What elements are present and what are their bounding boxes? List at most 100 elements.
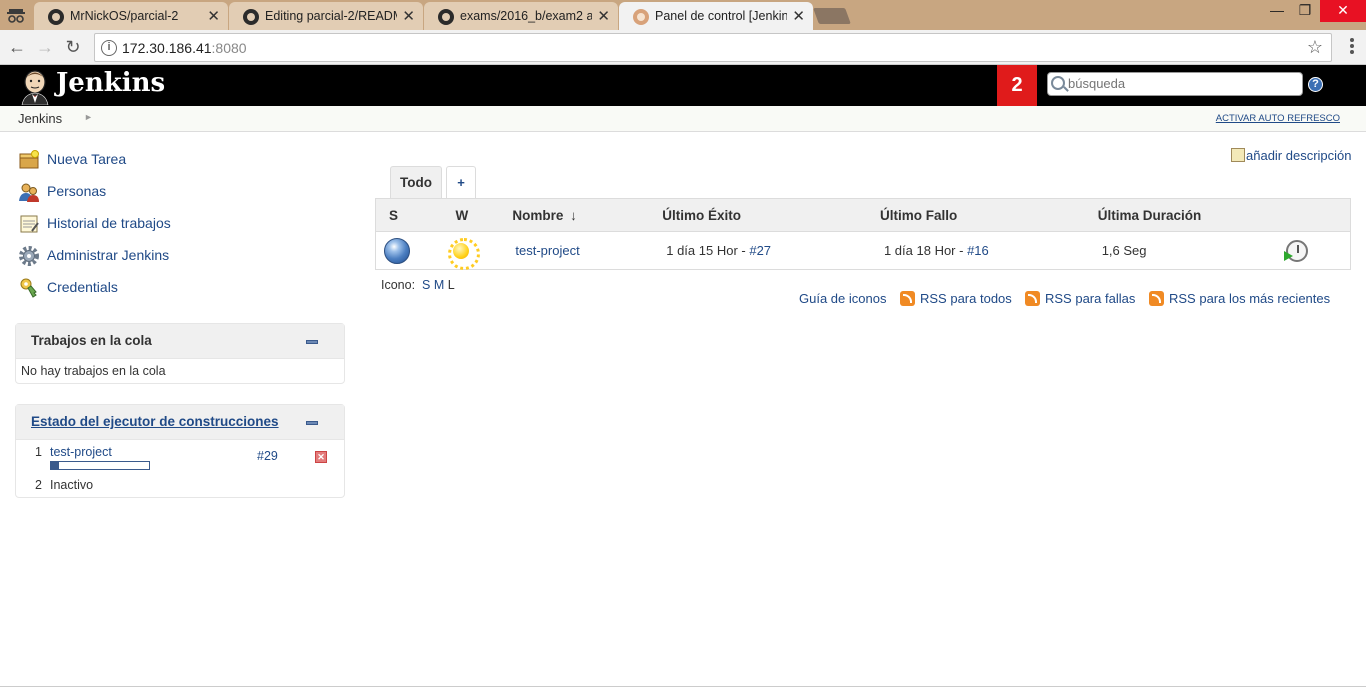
pane-header: Estado del ejecutor de construcciones: [16, 405, 344, 440]
projects-table: S W Nombre ↓ Último Éxito Último Fallo Ú…: [375, 198, 1351, 270]
people-icon: [19, 183, 39, 202]
status-ball-icon[interactable]: [384, 237, 410, 264]
icon-legend-link[interactable]: Guía de iconos: [799, 291, 886, 306]
job-link[interactable]: test-project: [515, 243, 579, 258]
add-description-label[interactable]: añadir descripción: [1246, 148, 1352, 163]
close-tab-icon[interactable]: ✕: [792, 7, 805, 25]
jenkins-butler-logo[interactable]: [18, 69, 52, 105]
pane-title: Trabajos en la cola: [31, 333, 152, 348]
browser-tab[interactable]: exams/2016_b/exam2 at ✕: [424, 2, 618, 30]
tab-label: exams/2016_b/exam2 at: [460, 9, 592, 23]
bookmark-star-icon[interactable]: ☆: [1307, 37, 1323, 58]
help-icon[interactable]: ?: [1308, 77, 1323, 92]
rss-latest-label[interactable]: RSS para los más recientes: [1169, 291, 1330, 306]
breadcrumb-jenkins[interactable]: Jenkins: [18, 111, 62, 126]
executor-job-link[interactable]: test-project: [50, 445, 112, 459]
rss-icon: [900, 291, 915, 306]
jenkins-header: Jenkins 2 ?: [0, 65, 1366, 106]
icon-size-selector: Icono: S M L: [381, 278, 455, 292]
col-actions: [1277, 198, 1351, 232]
rss-latest-link[interactable]: RSS para los más recientes: [1149, 291, 1330, 306]
icon-size-label: Icono:: [381, 278, 416, 292]
col-status[interactable]: S: [375, 198, 436, 232]
last-success-build-link[interactable]: #27: [749, 243, 771, 258]
restore-button[interactable]: ❐: [1290, 0, 1320, 22]
executor-build-link[interactable]: #29: [257, 449, 278, 463]
col-weather[interactable]: W: [435, 198, 512, 232]
executor-idle-text: Inactivo: [50, 478, 94, 492]
col-last-failure[interactable]: Último Fallo: [879, 198, 1098, 232]
task-label[interactable]: Nueva Tarea: [47, 151, 126, 167]
task-label[interactable]: Historial de trabajos: [47, 215, 171, 231]
last-success-cell: 1 día 15 Hor - #27: [662, 232, 880, 270]
rss-failed-label[interactable]: RSS para fallas: [1045, 291, 1135, 306]
browser-tab[interactable]: Editing parcial-2/READM ✕: [229, 2, 423, 30]
col-last-success[interactable]: Último Éxito: [662, 198, 880, 232]
edit-note-icon: [1231, 148, 1245, 162]
browser-menu-icon[interactable]: [1350, 38, 1354, 56]
footer-divider: [0, 686, 1366, 687]
tab-all[interactable]: Todo: [390, 166, 442, 198]
back-icon[interactable]: ←: [6, 36, 28, 58]
col-name[interactable]: Nombre ↓: [511, 198, 663, 232]
new-tab-button[interactable]: [813, 8, 851, 24]
last-success-text: 1 día 15 Hor -: [666, 243, 750, 258]
icon-size-m[interactable]: M: [434, 278, 444, 292]
browser-tab[interactable]: MrNickOS/parcial-2 ✕: [34, 2, 228, 30]
pane-header: Trabajos en la cola: [16, 324, 344, 359]
rss-failed-link[interactable]: RSS para fallas: [1025, 291, 1135, 306]
tab-new-view[interactable]: +: [446, 166, 476, 198]
url-text[interactable]: 172.30.186.41:8080: [122, 40, 247, 56]
jenkins-favicon-icon: [633, 9, 649, 25]
collapse-icon[interactable]: [306, 421, 318, 425]
pane-title-link[interactable]: Estado del ejecutor de construcciones: [31, 414, 279, 429]
browser-tab-active[interactable]: Panel de control [Jenkins ✕: [619, 2, 813, 30]
breadcrumb-arrow-icon[interactable]: ►: [84, 112, 93, 122]
executor-number: 1: [35, 445, 42, 459]
search-input[interactable]: [1068, 76, 1298, 91]
collapse-icon[interactable]: [306, 340, 318, 344]
queue-empty-text: No hay trabajos en la cola: [21, 364, 166, 378]
rss-all-label[interactable]: RSS para todos: [920, 291, 1012, 306]
window-close-button[interactable]: ✕: [1320, 0, 1366, 22]
task-label[interactable]: Administrar Jenkins: [47, 247, 169, 263]
jenkins-logo-text[interactable]: Jenkins: [56, 68, 165, 98]
weather-cell: [435, 232, 511, 270]
executor-progress-bar[interactable]: [50, 461, 150, 470]
stop-build-icon[interactable]: ✕: [315, 451, 327, 463]
rss-all-link[interactable]: RSS para todos: [900, 291, 1012, 306]
last-failure-cell: 1 día 18 Hor - #16: [880, 232, 1098, 270]
icon-size-l: L: [447, 278, 455, 292]
close-tab-icon[interactable]: ✕: [597, 7, 610, 25]
table-header-row: S W Nombre ↓ Último Éxito Último Fallo Ú…: [375, 198, 1351, 232]
search-box[interactable]: [1047, 72, 1303, 96]
browser-toolbar: ← → ↻ i 172.30.186.41:8080 ☆: [0, 30, 1366, 65]
progress-fill: [51, 462, 59, 469]
col-last-duration[interactable]: Última Duración: [1097, 198, 1278, 232]
close-tab-icon[interactable]: ✕: [207, 7, 220, 25]
github-icon: [243, 9, 259, 25]
build-history-icon: [20, 215, 39, 233]
last-failure-build-link[interactable]: #16: [967, 243, 989, 258]
browser-tab-bar: MrNickOS/parcial-2 ✕ Editing parcial-2/R…: [0, 0, 1366, 30]
search-icon: [1051, 76, 1065, 90]
rss-icon: [1025, 291, 1040, 306]
task-label[interactable]: Personas: [47, 183, 106, 199]
action-cell: [1278, 232, 1351, 270]
address-bar[interactable]: i 172.30.186.41:8080 ☆: [94, 33, 1332, 62]
notification-badge[interactable]: 2: [997, 65, 1037, 106]
status-cell: [376, 232, 436, 270]
forward-icon[interactable]: →: [34, 36, 56, 58]
icon-size-s[interactable]: S: [422, 278, 430, 292]
task-label[interactable]: Credentials: [47, 279, 118, 295]
sunny-icon[interactable]: [448, 237, 481, 270]
auto-refresh-link[interactable]: ACTIVAR AUTO REFRESCO: [1216, 113, 1340, 124]
build-queue-pane: Trabajos en la cola No hay trabajos en l…: [15, 323, 345, 384]
info-icon[interactable]: i: [101, 40, 117, 56]
minimize-button[interactable]: —: [1262, 0, 1292, 22]
incognito-icon: [7, 9, 25, 23]
close-tab-icon[interactable]: ✕: [402, 7, 415, 25]
add-description-link[interactable]: añadir descripción: [1231, 148, 1352, 163]
schedule-build-icon[interactable]: [1283, 239, 1308, 262]
reload-icon[interactable]: ↻: [62, 36, 84, 58]
